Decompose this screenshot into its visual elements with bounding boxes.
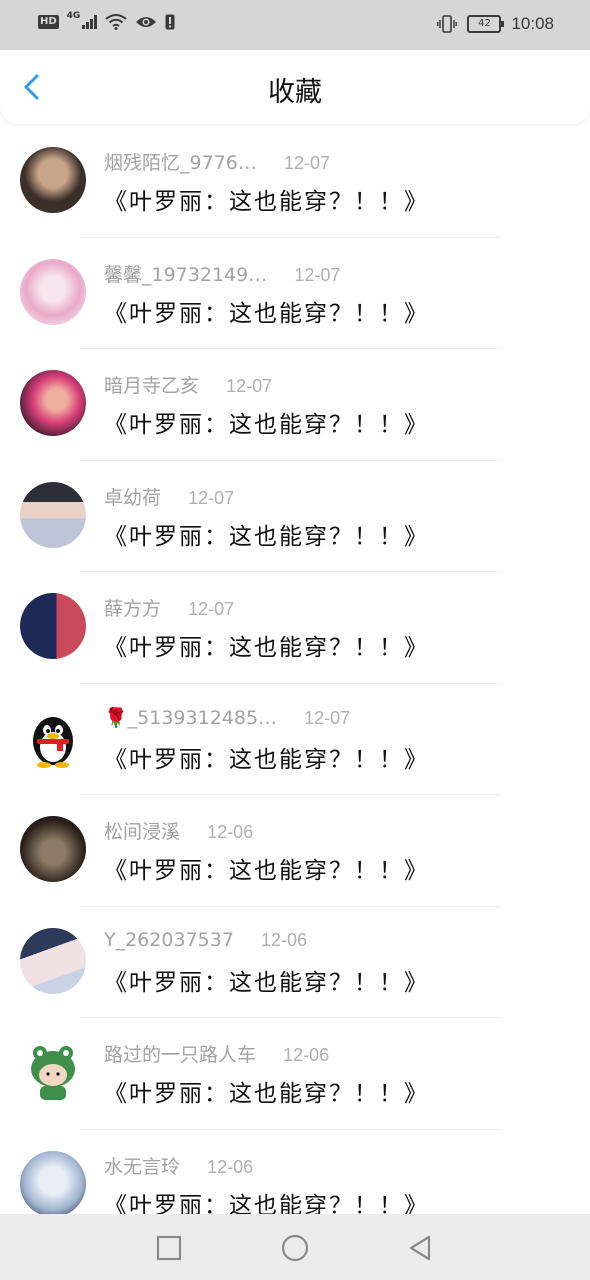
date: 12-06 [207, 1156, 254, 1177]
item-meta: 馨馨_19732149… 12-07 [104, 260, 340, 286]
signal-icon [82, 15, 98, 29]
date: 12-07 [283, 153, 330, 173]
item-meta: Y_262037537 12-06 [104, 929, 307, 955]
item-meta: 水无言玲 12-06 [104, 1152, 253, 1178]
avatar[interactable] [20, 927, 86, 994]
item-meta: 暗月寺乙亥 12-07 [104, 371, 272, 397]
list-item[interactable]: 路过的一只路人车 12-06 《叶罗丽：这也能穿？！！》 [0, 1018, 590, 1130]
item-title[interactable]: 《叶罗丽：这也能穿？！！》 [104, 405, 429, 439]
wifi-icon [105, 14, 127, 30]
vibrate-icon [437, 15, 458, 33]
username[interactable]: 🌹_5139312485… [104, 706, 277, 729]
item-title[interactable]: 《叶罗丽：这也能穿？！！》 [104, 1074, 429, 1108]
list-item[interactable]: 暗月寺乙亥 12-07 《叶罗丽：这也能穿？！！》 [0, 349, 590, 461]
item-meta: 烟残陌忆_9776… 12-07 [104, 148, 330, 174]
list-item[interactable]: 🌹_5139312485… 12-07 《叶罗丽：这也能穿？！！》 [0, 684, 590, 795]
recent-apps-button[interactable] [155, 1234, 183, 1262]
status-right: 42 10:08 [437, 14, 554, 34]
home-button[interactable] [281, 1234, 309, 1262]
status-bar: HD 4G 42 10:08 [0, 0, 590, 50]
clock: 10:08 [511, 14, 554, 33]
app-header: 收藏 [0, 50, 590, 124]
favorites-list: 烟残陌忆_9776… 12-07 《叶罗丽：这也能穿？！！》 馨馨_197321… [0, 126, 590, 1241]
item-title[interactable]: 《叶罗丽：这也能穿？！！》 [104, 740, 429, 774]
date: 12-06 [283, 1045, 330, 1065]
avatar[interactable] [20, 593, 86, 659]
username[interactable]: 水无言玲 [104, 1152, 180, 1179]
date: 12-07 [304, 707, 351, 728]
username[interactable]: 卓幼荷 [104, 483, 161, 510]
penguin-icon [33, 716, 73, 768]
item-title[interactable]: 《叶罗丽：这也能穿？！！》 [104, 963, 429, 997]
status-left: HD 4G [38, 11, 175, 30]
date: 12-06 [207, 822, 254, 842]
username[interactable]: 暗月寺乙亥 [104, 371, 199, 398]
username[interactable]: 松间浸溪 [104, 817, 180, 844]
list-item[interactable]: 卓幼荷 12-07 《叶罗丽：这也能穿？！！》 [0, 461, 590, 572]
item-meta: 路过的一只路人车 12-06 [104, 1040, 329, 1066]
hd-badge: HD [38, 15, 59, 29]
username[interactable]: Y_262037537 [104, 929, 234, 951]
item-title[interactable]: 《叶罗丽：这也能穿？！！》 [104, 517, 429, 551]
page-title: 收藏 [268, 77, 322, 108]
avatar[interactable] [20, 1039, 86, 1105]
list-item[interactable]: 馨馨_19732149… 12-07 《叶罗丽：这也能穿？！！》 [0, 238, 590, 349]
username[interactable]: 路过的一只路人车 [104, 1040, 256, 1067]
recent-apps-icon [156, 1235, 182, 1261]
item-meta: 卓幼荷 12-07 [104, 483, 234, 509]
item-title[interactable]: 《叶罗丽：这也能穿？！！》 [104, 182, 429, 216]
eye-icon [136, 17, 157, 27]
date: 12-07 [188, 487, 235, 508]
back-triangle-icon [409, 1235, 431, 1261]
item-meta: 松间浸溪 12-06 [104, 817, 253, 843]
avatar[interactable] [20, 1150, 86, 1217]
back-nav-button[interactable] [406, 1234, 434, 1262]
date: 12-07 [294, 264, 341, 285]
item-meta: 🌹_5139312485… 12-07 [104, 706, 350, 732]
avatar[interactable] [20, 816, 86, 882]
frog-hat-avatar-icon [31, 1046, 75, 1100]
username[interactable]: 烟残陌忆_9776… [104, 148, 257, 175]
item-title[interactable]: 《叶罗丽：这也能穿？！！》 [104, 294, 429, 328]
avatar[interactable] [20, 370, 86, 436]
avatar[interactable] [20, 704, 86, 771]
date: 12-07 [226, 376, 273, 396]
avatar[interactable] [20, 258, 86, 325]
list-item[interactable]: Y_262037537 12-06 《叶罗丽：这也能穿？！！》 [0, 907, 590, 1018]
avatar[interactable] [20, 481, 86, 548]
alert-icon [165, 14, 175, 30]
item-title[interactable]: 《叶罗丽：这也能穿？！！》 [104, 628, 429, 662]
list-item[interactable]: 烟残陌忆_9776… 12-07 《叶罗丽：这也能穿？！！》 [0, 126, 590, 238]
date: 12-06 [261, 929, 308, 950]
network-type: 4G [66, 11, 81, 21]
username[interactable]: 薛方方 [104, 594, 161, 621]
home-icon [281, 1234, 309, 1262]
system-nav-bar [0, 1214, 590, 1280]
battery-icon: 42 [467, 15, 505, 33]
avatar[interactable] [20, 147, 86, 213]
list-item[interactable]: 松间浸溪 12-06 《叶罗丽：这也能穿？！！》 [0, 795, 590, 907]
item-meta: 薛方方 12-07 [104, 594, 234, 620]
list-item[interactable]: 薛方方 12-07 《叶罗丽：这也能穿？！！》 [0, 572, 590, 684]
date: 12-07 [188, 599, 235, 619]
item-title[interactable]: 《叶罗丽：这也能穿？！！》 [104, 851, 429, 885]
username[interactable]: 馨馨_19732149… [104, 260, 267, 287]
